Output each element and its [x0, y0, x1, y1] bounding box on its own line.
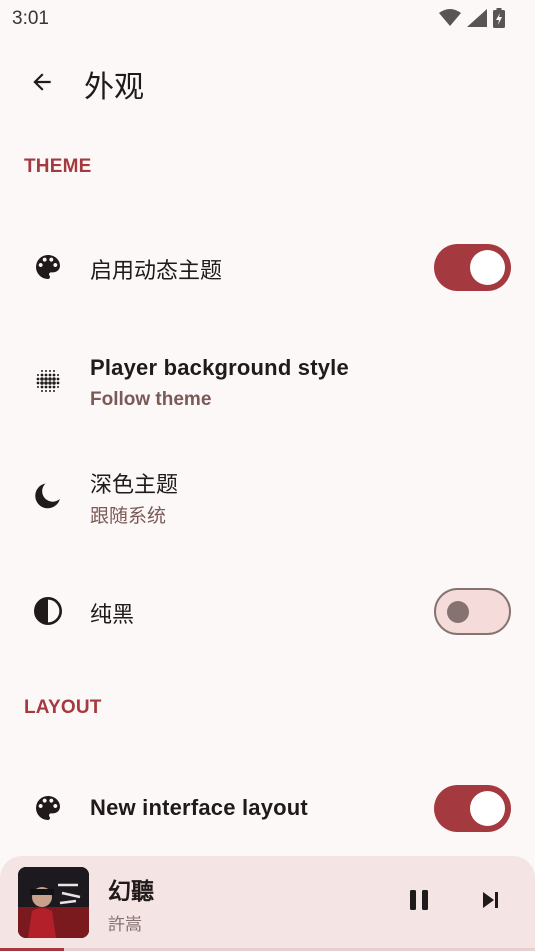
- pure-black-switch[interactable]: [434, 588, 511, 635]
- setting-pure-black[interactable]: 纯黑: [0, 560, 535, 660]
- section-header-layout: LAYOUT: [24, 697, 102, 718]
- dynamic-theme-switch[interactable]: [434, 244, 511, 291]
- setting-title: Player background style: [90, 355, 349, 380]
- setting-subtitle: 跟随系统: [90, 505, 167, 527]
- pause-icon: [408, 888, 430, 916]
- setting-dark-theme[interactable]: 深色主题 跟随系统: [0, 452, 535, 542]
- setting-player-background[interactable]: Player background style Follow theme: [0, 340, 535, 430]
- wifi-icon: [439, 9, 461, 31]
- skip-next-icon: [478, 888, 502, 916]
- palette-icon: [30, 249, 66, 285]
- setting-subtitle: Follow theme: [90, 389, 212, 410]
- status-time: 3:01: [12, 8, 49, 29]
- skip-next-button[interactable]: [474, 886, 506, 918]
- track-artist: 許嵩: [108, 915, 142, 935]
- pause-button[interactable]: [404, 886, 434, 918]
- setting-title: 深色主题: [90, 473, 179, 498]
- switch-thumb: [470, 791, 505, 826]
- palette-icon: [30, 790, 66, 826]
- section-header-theme: THEME: [24, 156, 92, 177]
- album-art: [18, 867, 89, 938]
- setting-title: New interface layout: [90, 795, 308, 820]
- mini-player[interactable]: 幻聽 許嵩: [0, 856, 535, 951]
- status-icons: [439, 8, 505, 32]
- setting-title: 启用动态主题: [90, 259, 223, 284]
- moon-icon: [30, 478, 66, 514]
- switch-thumb: [470, 250, 505, 285]
- switch-thumb: [447, 601, 469, 623]
- page-title: 外观: [84, 70, 144, 105]
- arrow-back-icon: [29, 69, 55, 99]
- setting-new-interface-layout[interactable]: New interface layout: [0, 760, 535, 856]
- gradient-dots-icon: [30, 364, 66, 400]
- status-bar: 3:01: [0, 0, 535, 38]
- setting-title: 纯黑: [90, 603, 135, 628]
- track-title: 幻聽: [108, 879, 154, 905]
- contrast-icon: [30, 593, 66, 629]
- app-bar: 外观: [0, 50, 535, 114]
- signal-icon: [467, 9, 487, 31]
- setting-dynamic-theme[interactable]: 启用动态主题: [0, 218, 535, 318]
- battery-charging-icon: [493, 8, 505, 32]
- back-button[interactable]: [22, 64, 62, 104]
- new-layout-switch[interactable]: [434, 785, 511, 832]
